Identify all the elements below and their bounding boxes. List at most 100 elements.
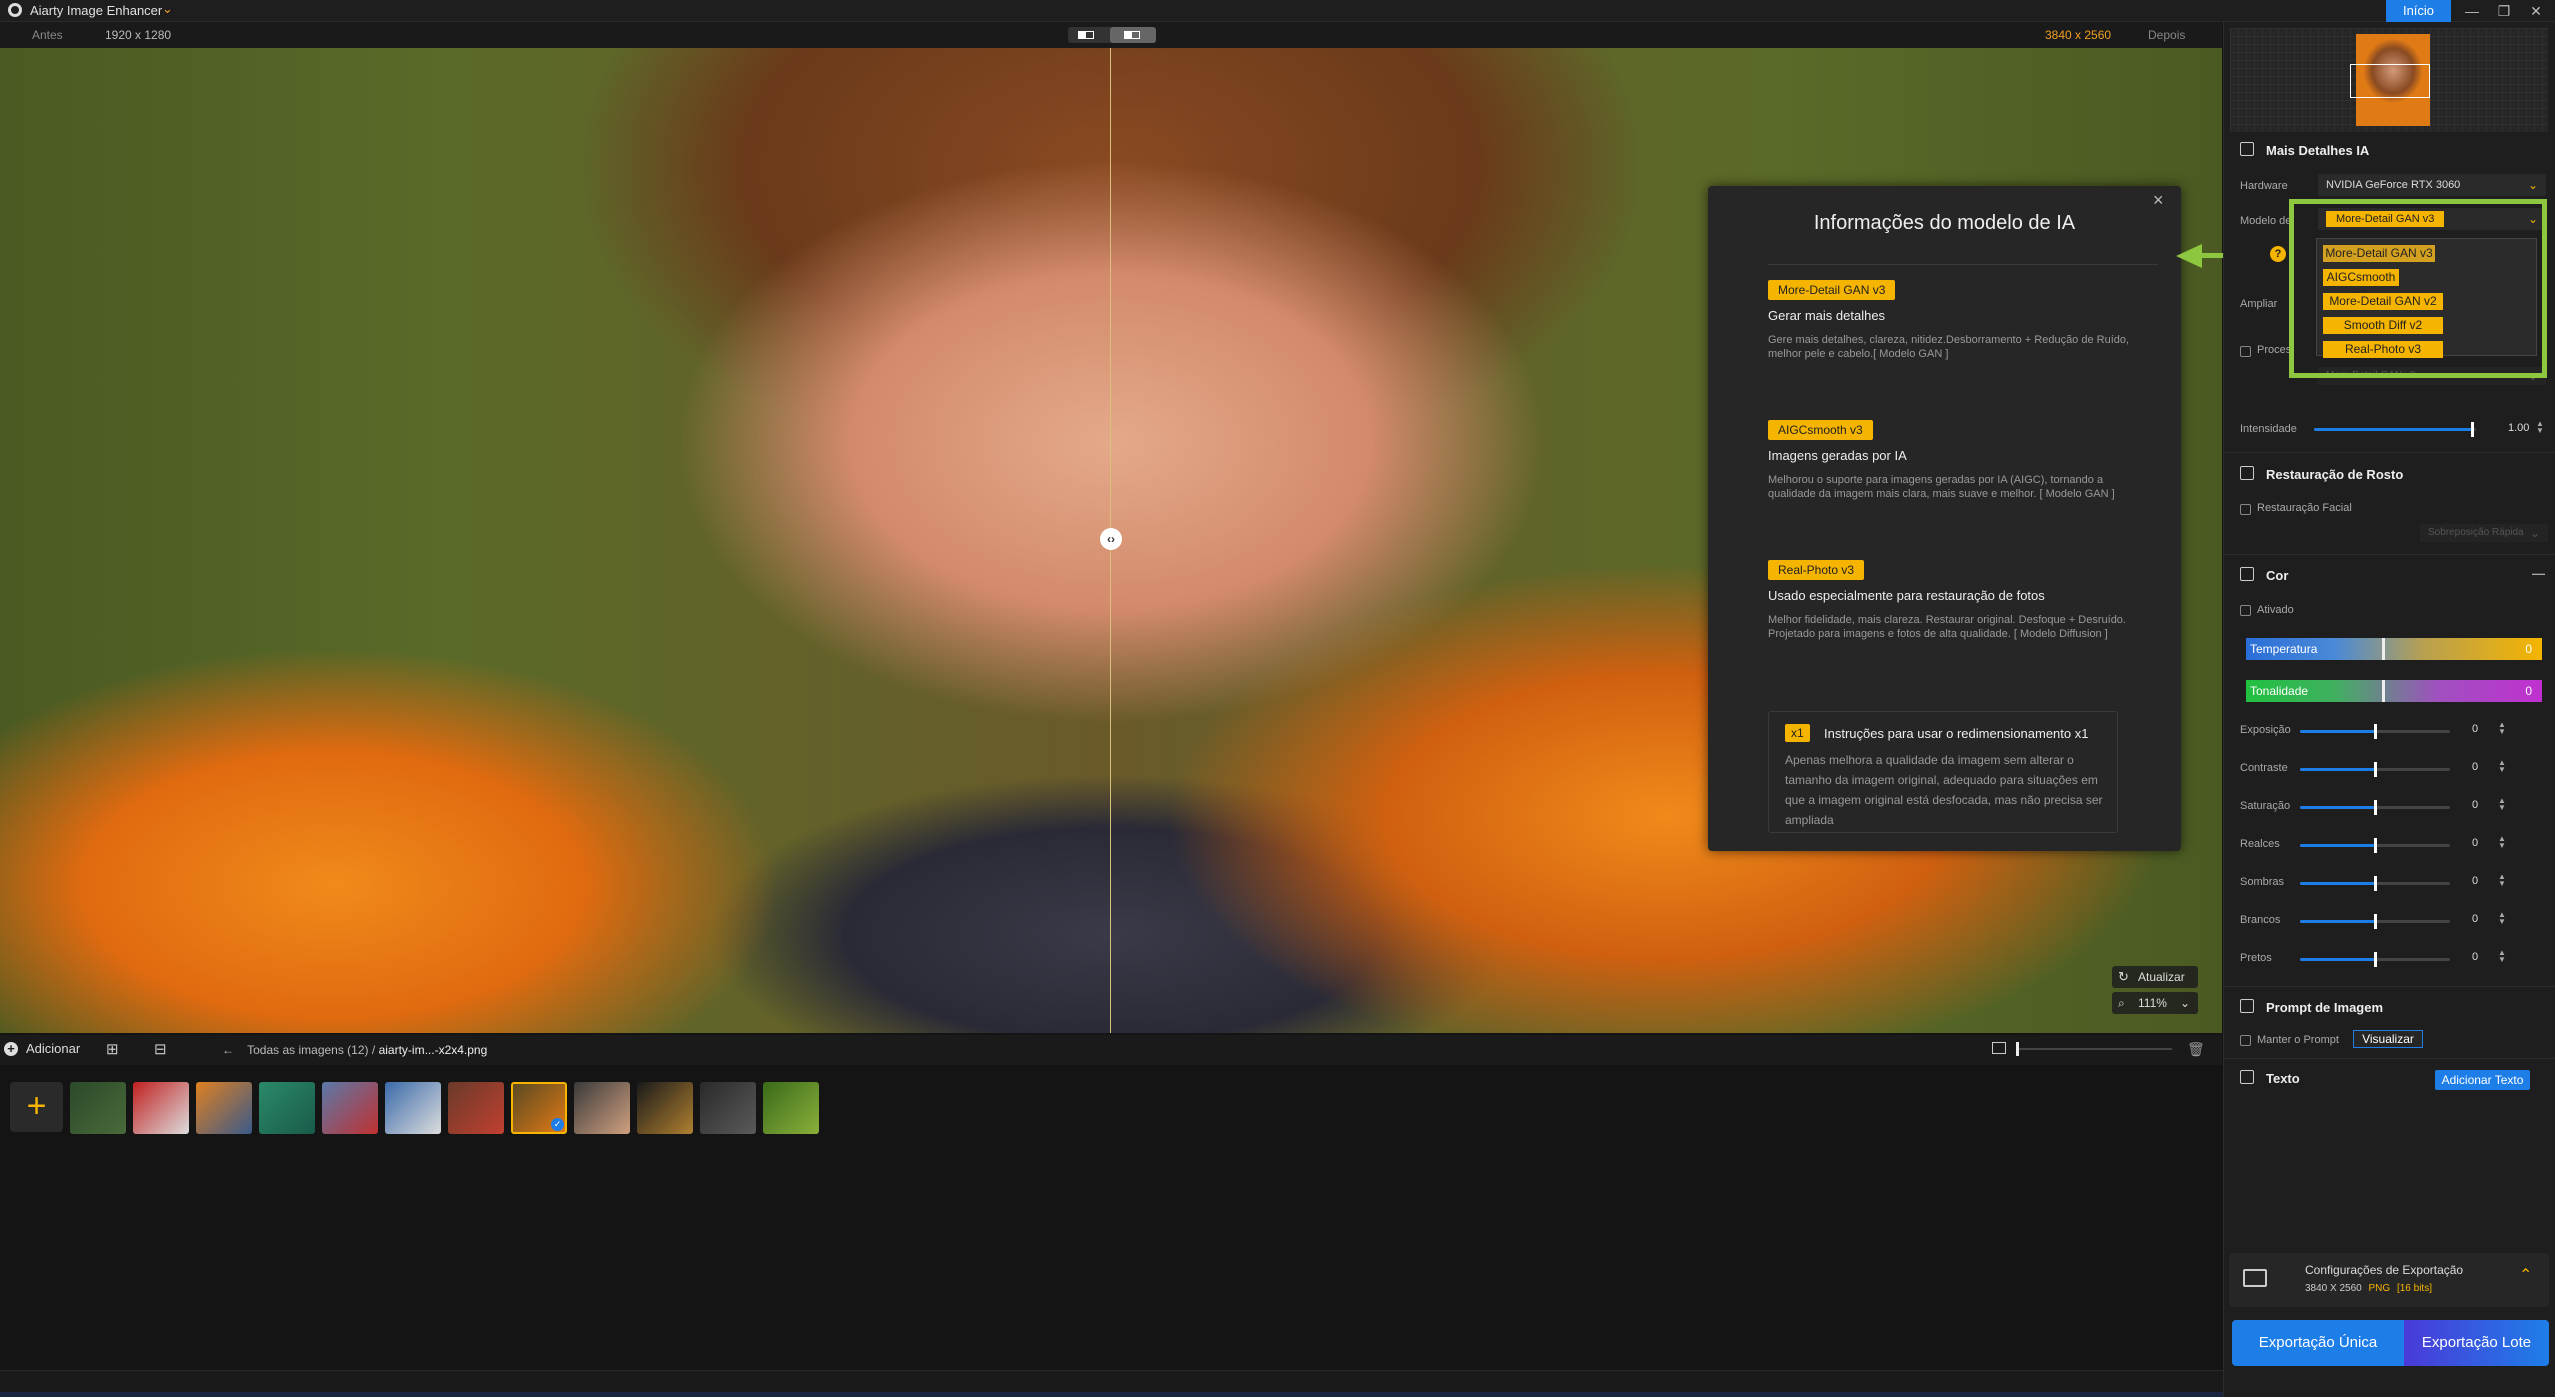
adjustment-slider[interactable]	[2300, 838, 2450, 853]
single-view-button[interactable]	[1068, 27, 1106, 43]
slider-knob[interactable]	[2374, 800, 2377, 815]
image-thumbnail[interactable]	[700, 1082, 756, 1134]
maximize-icon[interactable]: ❐	[2487, 0, 2521, 22]
zoom-control[interactable]: ⌕ 111% ⌄	[2112, 992, 2198, 1014]
intensity-slider[interactable]	[2314, 422, 2476, 437]
export-batch-button[interactable]: Exportação Lote	[2404, 1320, 2549, 1366]
model-info-block: AIGCsmooth v3 Imagens geradas por IA Mel…	[1768, 420, 2148, 501]
image-thumbnail[interactable]	[259, 1082, 315, 1134]
adjustment-value[interactable]: 0	[2472, 761, 2478, 773]
keep-prompt-checkbox[interactable]	[2240, 1035, 2251, 1046]
section-color[interactable]: Cor —	[2224, 563, 2555, 587]
spinner-arrows-icon[interactable]: ▲ ▼	[2536, 420, 2544, 435]
section-ai-details[interactable]: Mais Detalhes IA	[2224, 138, 2555, 162]
image-thumbnail[interactable]	[133, 1082, 189, 1134]
spinner-arrows-icon[interactable]: ▲ ▼	[2498, 835, 2506, 850]
model-option[interactable]: More-Detail GAN v3	[2323, 245, 2435, 262]
model-option[interactable]: Real-Photo v3	[2323, 341, 2443, 358]
thumbnail-size-slider[interactable]	[2016, 1042, 2172, 1056]
close-icon[interactable]: ✕	[2519, 0, 2553, 22]
model-option[interactable]: AIGCsmooth v3	[2323, 269, 2399, 301]
image-thumbnail[interactable]	[322, 1082, 378, 1134]
image-thumbnail[interactable]	[637, 1082, 693, 1134]
adjustment-slider[interactable]	[2300, 800, 2450, 815]
minimize-icon[interactable]: —	[2455, 0, 2489, 22]
temperature-slider[interactable]: Temperatura 0	[2246, 638, 2542, 660]
navigator-preview[interactable]	[2230, 28, 2548, 132]
list-view-icon[interactable]: ⊟	[154, 1040, 167, 1058]
compare-handle-icon[interactable]: ‹›	[1100, 528, 1122, 550]
color-enabled-checkbox[interactable]	[2240, 605, 2251, 616]
slider-knob[interactable]	[2382, 680, 2385, 702]
adjustment-value[interactable]: 0	[2472, 799, 2478, 811]
slider-knob[interactable]	[2374, 914, 2377, 929]
breadcrumb: ← Todas as imagens (12) / aiarty-im...-x…	[222, 1043, 487, 1057]
face-restore-checkbox[interactable]	[2240, 504, 2251, 515]
adjustment-value[interactable]: 0	[2472, 913, 2478, 925]
home-button[interactable]: Início	[2386, 0, 2451, 22]
adjustment-slider[interactable]	[2300, 914, 2450, 929]
spinner-arrows-icon[interactable]: ▲ ▼	[2498, 721, 2506, 736]
adjustment-slider[interactable]	[2300, 952, 2450, 967]
spinner-arrows-icon[interactable]: ▲ ▼	[2498, 759, 2506, 774]
model-option[interactable]: More-Detail GAN v2	[2323, 293, 2443, 310]
image-thumbnail[interactable]	[70, 1082, 126, 1134]
spinner-arrows-icon[interactable]: ▲ ▼	[2498, 797, 2506, 812]
split-view-button[interactable]	[1110, 27, 1156, 43]
slider-knob[interactable]	[2382, 638, 2385, 660]
visualize-button[interactable]: Visualizar	[2353, 1030, 2423, 1048]
breadcrumb-all-images[interactable]: Todas as imagens (12)	[247, 1043, 368, 1057]
image-thumbnail[interactable]	[385, 1082, 441, 1134]
upscale-label: Ampliar	[2240, 298, 2278, 310]
intensity-value[interactable]: 1.00	[2508, 422, 2529, 434]
grid-view-icon[interactable]: ⊞	[106, 1040, 119, 1058]
adjustment-value[interactable]: 0	[2472, 875, 2478, 887]
image-thumbnail[interactable]	[196, 1082, 252, 1134]
spinner-arrows-icon[interactable]: ▲ ▼	[2498, 949, 2506, 964]
preview-viewport-frame[interactable]	[2350, 64, 2430, 98]
update-button[interactable]: ↻ Atualizar	[2112, 966, 2198, 988]
add-images-button[interactable]: + Adicionar	[4, 1041, 80, 1056]
prompt-icon	[2240, 999, 2254, 1013]
close-icon[interactable]: ×	[2153, 190, 2164, 211]
section-face-restore[interactable]: Restauração de Rosto	[2224, 462, 2555, 486]
adjustment-slider[interactable]	[2300, 876, 2450, 891]
section-prompt[interactable]: Prompt de Imagem	[2224, 995, 2555, 1019]
export-single-button[interactable]: Exportação Única	[2232, 1320, 2404, 1366]
slider-knob[interactable]	[2374, 876, 2377, 891]
image-thumbnail[interactable]: ✓	[511, 1082, 567, 1134]
adjustment-value[interactable]: 0	[2472, 837, 2478, 849]
hardware-select[interactable]: NVIDIA GeForce RTX 3060 ⌄	[2318, 174, 2546, 196]
model-badge: AIGCsmooth v3	[1768, 420, 1873, 440]
adjustment-slider[interactable]	[2300, 762, 2450, 777]
image-thumbnail[interactable]	[574, 1082, 630, 1134]
spinner-arrows-icon[interactable]: ▲ ▼	[2498, 873, 2506, 888]
slider-knob[interactable]	[2374, 724, 2377, 739]
trash-icon[interactable]: 🗑	[2187, 1041, 2205, 1058]
collapse-icon[interactable]: —	[2532, 566, 2545, 581]
filmstrip: + ✓	[0, 1065, 2222, 1370]
export-settings[interactable]: Configurações de Exportação 3840 X 2560 …	[2229, 1253, 2549, 1307]
image-thumbnail[interactable]	[763, 1082, 819, 1134]
model-description: Gere mais detalhes, clareza, nitidez.Des…	[1768, 334, 2130, 360]
adjustment-value[interactable]: 0	[2472, 951, 2478, 963]
slider-knob[interactable]	[2470, 422, 2474, 437]
spinner-arrows-icon[interactable]: ▲ ▼	[2498, 911, 2506, 926]
slider-knob[interactable]	[2374, 838, 2377, 853]
adjustment-value[interactable]: 0	[2472, 723, 2478, 735]
chevron-up-icon[interactable]: ⌃	[2519, 1265, 2532, 1285]
annotation-arrow-head	[2176, 244, 2202, 268]
slider-knob[interactable]	[2374, 952, 2377, 967]
model-option[interactable]: Smooth Diff v2	[2323, 317, 2443, 334]
back-arrow-icon[interactable]: ←	[222, 1043, 234, 1057]
add-image-tile[interactable]: +	[10, 1082, 63, 1132]
adjustment-slider[interactable]	[2300, 724, 2450, 739]
add-text-button[interactable]: Adicionar Texto	[2435, 1070, 2530, 1090]
slider-knob[interactable]	[2016, 1042, 2019, 1056]
chevron-down-icon[interactable]: ⌄	[162, 1, 173, 17]
help-icon[interactable]: ?	[2270, 246, 2286, 262]
process-checkbox[interactable]	[2240, 346, 2251, 357]
tint-slider[interactable]: Tonalidade 0	[2246, 680, 2542, 702]
slider-knob[interactable]	[2374, 762, 2377, 777]
image-thumbnail[interactable]	[448, 1082, 504, 1134]
